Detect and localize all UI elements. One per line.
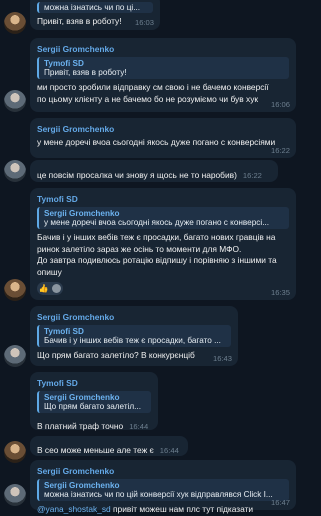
avatar[interactable] xyxy=(4,279,26,301)
message-text: В сео може меньше але теж є xyxy=(37,445,154,455)
avatar[interactable] xyxy=(4,160,26,182)
message-time: 16:35 xyxy=(270,288,290,297)
sender-name[interactable]: Tymofi SD xyxy=(37,194,289,204)
avatar[interactable] xyxy=(4,345,26,367)
sender-name[interactable]: Sergii Gromchenko xyxy=(37,312,231,322)
message-text: @yana_shostak_sd привіт можеш нам плс ту… xyxy=(37,504,289,516)
message-bubble[interactable]: Tymofi SD Sergii Gromchenko у мене дореч… xyxy=(30,188,296,300)
reply-sender: Sergii Gromchenko xyxy=(44,393,120,402)
reply-text: Бачив і у інших вебів теж є просадки, ба… xyxy=(44,336,221,345)
message-text: Що прям багато залетіло? В конкурєнціб xyxy=(37,350,195,360)
reply-quote[interactable]: Tymofi SD Бачив і у інших вебів теж є пр… xyxy=(37,325,231,347)
reply-sender: Tymofi SD xyxy=(44,59,84,68)
sender-name[interactable]: Tymofi SD xyxy=(37,378,151,388)
message-bubble[interactable]: Sergii Gromchenko Tymofi SD Привіт, взяв… xyxy=(30,38,296,112)
reply-sender: Tymofi SD xyxy=(44,327,84,336)
message-time: 16:22 xyxy=(242,171,262,180)
reply-sender: Sergii Gromchenko xyxy=(44,481,120,490)
message-text: Бачив і у інших вебів теж є просадки, ба… xyxy=(37,232,277,277)
avatar[interactable] xyxy=(4,441,26,463)
message-time: 16:44 xyxy=(159,446,179,455)
message-text: це повсім просалка чи знову я щось не то… xyxy=(37,170,237,180)
message-text-body: привіт можеш нам плс тут підказати xyxy=(110,504,254,514)
sender-name[interactable]: Sergii Gromchenko xyxy=(37,44,289,54)
message-time: 16:44 xyxy=(129,422,149,431)
message-time: 16:47 xyxy=(270,498,290,507)
thumbs-up-icon: 👍 xyxy=(38,284,49,293)
message-bubble[interactable]: Sergii Gromchenko Sergii Gromchenko можн… xyxy=(30,460,296,514)
reply-quote[interactable]: можна ізнатись чи по ці... xyxy=(37,2,153,13)
message-time: 16:43 xyxy=(212,354,232,363)
reply-quote[interactable]: Sergii Gromchenko можна ізнатись чи по ц… xyxy=(37,479,289,501)
reply-text: Що прям багато залетіл... xyxy=(44,402,141,411)
message-bubble[interactable]: це повсім просалка чи знову я щось не то… xyxy=(30,160,278,182)
reactions: 👍 xyxy=(37,282,289,295)
message-text: у мене доречі вчоа сьогодні якось дуже п… xyxy=(37,137,276,147)
reply-quote[interactable]: Tymofi SD Привіт, взяв в роботу! xyxy=(37,57,289,79)
message-time: 16:06 xyxy=(270,100,290,109)
sender-name[interactable]: Sergii Gromchenko xyxy=(37,124,289,134)
reaction-thumbs-up[interactable]: 👍 xyxy=(37,282,63,295)
reactor-avatar xyxy=(52,284,62,293)
reply-text: Привіт, взяв в роботу! xyxy=(44,68,127,77)
reply-sender: Sergii Gromchenko xyxy=(44,209,120,218)
message-bubble[interactable]: Sergii Gromchenko Tymofi SD Бачив і у ін… xyxy=(30,306,238,366)
message-bubble[interactable]: можна ізнатись чи по ці... Привіт, взяв … xyxy=(30,0,160,30)
sender-name[interactable]: Sergii Gromchenko xyxy=(37,466,289,476)
reply-text: у мене доречі вчоа сьогодні якось дуже п… xyxy=(44,218,270,227)
avatar[interactable] xyxy=(4,12,26,34)
reply-quote[interactable]: Sergii Gromchenko у мене доречі вчоа сьо… xyxy=(37,207,289,229)
message-bubble[interactable]: В сео може меньше але теж є 16:44 xyxy=(30,436,188,456)
message-bubble[interactable]: Sergii Gromchenko у мене доречі вчоа сьо… xyxy=(30,118,296,158)
message-text: ми просто зробили відправку см свою і не… xyxy=(37,82,271,104)
mention-link[interactable]: @yana_shostak_sd xyxy=(37,504,111,514)
message-time: 16:03 xyxy=(134,18,154,27)
reply-text: можна ізнатись чи по цій конверсії хук в… xyxy=(44,490,273,499)
reply-text: можна ізнатись чи по ці... xyxy=(44,3,141,12)
avatar[interactable] xyxy=(4,90,26,112)
message-text: В платний траф точно xyxy=(37,421,124,431)
message-bubble[interactable]: Tymofi SD Sergii Gromchenko Що прям бага… xyxy=(30,372,158,431)
avatar[interactable] xyxy=(4,484,26,506)
message-time: 16:22 xyxy=(270,146,290,155)
reply-quote[interactable]: Sergii Gromchenko Що прям багато залетіл… xyxy=(37,391,151,413)
